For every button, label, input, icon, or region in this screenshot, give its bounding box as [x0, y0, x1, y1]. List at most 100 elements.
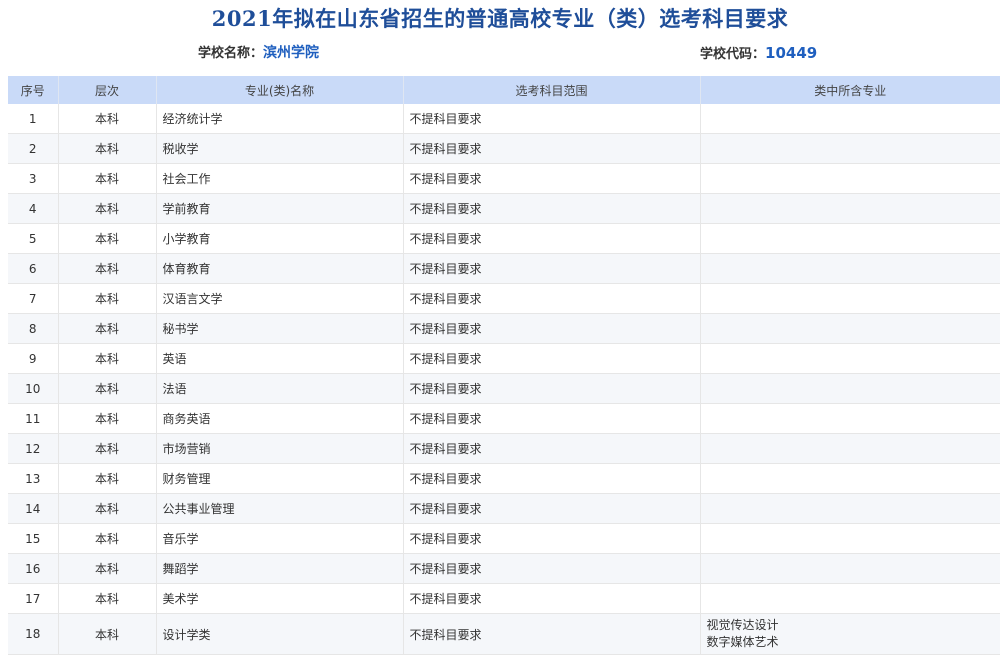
included-major: 数字媒体艺术 [706, 635, 779, 649]
cell-included [700, 163, 1000, 194]
cell-number: 4 [8, 193, 59, 224]
table-header: 序号 层次 专业(类)名称 选考科目范围 类中所含专业 [8, 76, 1000, 104]
school-code-row: 学校代码：10449 [700, 44, 817, 64]
table-row: 18 本科 设计学类 不提科目要求 视觉传达设计 数字媒体艺术 [8, 613, 1000, 655]
cell-included [700, 373, 1000, 404]
table-row: 13 本科 财务管理 不提科目要求 [8, 463, 1000, 494]
cell-subjects: 不提科目要求 [403, 373, 701, 404]
table-row: 8 本科 秘书学 不提科目要求 [8, 313, 1000, 344]
cell-major: 体育教育 [156, 253, 404, 284]
cell-major: 美术学 [156, 583, 404, 614]
cell-level: 本科 [58, 133, 157, 164]
cell-subjects: 不提科目要求 [403, 613, 701, 655]
table-row: 2 本科 税收学 不提科目要求 [8, 133, 1000, 164]
cell-subjects: 不提科目要求 [403, 133, 701, 164]
cell-number: 18 [8, 613, 59, 655]
cell-major: 社会工作 [156, 163, 404, 194]
cell-level: 本科 [58, 463, 157, 494]
cell-level: 本科 [58, 523, 157, 554]
cell-number: 8 [8, 313, 59, 344]
cell-included [700, 553, 1000, 584]
cell-major: 经济统计学 [156, 104, 404, 134]
cell-included [700, 223, 1000, 254]
cell-included [700, 463, 1000, 494]
table-header-row: 序号 层次 专业(类)名称 选考科目范围 类中所含专业 [8, 76, 1000, 104]
table-row: 14 本科 公共事业管理 不提科目要求 [8, 493, 1000, 524]
table-row: 4 本科 学前教育 不提科目要求 [8, 193, 1000, 224]
cell-number: 10 [8, 373, 59, 404]
table-row: 11 本科 商务英语 不提科目要求 [8, 403, 1000, 434]
cell-level: 本科 [58, 373, 157, 404]
school-code-value: 10449 [765, 44, 818, 62]
column-header-number[interactable]: 序号 [8, 76, 59, 104]
cell-subjects: 不提科目要求 [403, 313, 701, 344]
cell-subjects: 不提科目要求 [403, 343, 701, 374]
cell-included [700, 583, 1000, 614]
cell-included [700, 523, 1000, 554]
table-row: 9 本科 英语 不提科目要求 [8, 343, 1000, 374]
cell-level: 本科 [58, 313, 157, 344]
school-name-row: 学校名称：滨州学院 [198, 44, 319, 63]
cell-number: 9 [8, 343, 59, 374]
cell-major: 公共事业管理 [156, 493, 404, 524]
cell-level: 本科 [58, 493, 157, 524]
table-row: 10 本科 法语 不提科目要求 [8, 373, 1000, 404]
cell-level: 本科 [58, 223, 157, 254]
cell-included [700, 313, 1000, 344]
cell-number: 16 [8, 553, 59, 584]
cell-major: 设计学类 [156, 613, 404, 655]
cell-included [700, 283, 1000, 314]
cell-included: 视觉传达设计 数字媒体艺术 [700, 613, 1000, 655]
school-name-label: 学校名称： [198, 46, 264, 61]
cell-included [700, 133, 1000, 164]
cell-included [700, 403, 1000, 434]
cell-major: 舞蹈学 [156, 553, 404, 584]
cell-subjects: 不提科目要求 [403, 163, 701, 194]
cell-level: 本科 [58, 104, 157, 134]
cell-level: 本科 [58, 553, 157, 584]
cell-included [700, 343, 1000, 374]
cell-subjects: 不提科目要求 [403, 193, 701, 224]
cell-level: 本科 [58, 343, 157, 374]
table-body: 1 本科 经济统计学 不提科目要求 2 本科 税收学 不提科目要求 3 本科 社会工作 不提科目要求 4… [8, 104, 1000, 655]
cell-level: 本科 [58, 253, 157, 284]
requirements-table-wrap: 序号 层次 专业(类)名称 选考科目范围 类中所含专业 1 本科 经济统计学 不提科目… [8, 76, 1000, 655]
cell-subjects: 不提科目要求 [403, 104, 701, 134]
cell-level: 本科 [58, 193, 157, 224]
cell-major: 小学教育 [156, 223, 404, 254]
cell-level: 本科 [58, 583, 157, 614]
cell-major: 商务英语 [156, 403, 404, 434]
cell-major: 税收学 [156, 133, 404, 164]
column-header-included[interactable]: 类中所含专业 [700, 76, 1000, 104]
table-row: 6 本科 体育教育 不提科目要求 [8, 253, 1000, 284]
table-row: 1 本科 经济统计学 不提科目要求 [8, 104, 1000, 134]
cell-subjects: 不提科目要求 [403, 433, 701, 464]
cell-number: 14 [8, 493, 59, 524]
included-major: 视觉传达设计 [706, 618, 779, 632]
table-row: 5 本科 小学教育 不提科目要求 [8, 223, 1000, 254]
cell-included [700, 104, 1000, 134]
column-header-major[interactable]: 专业(类)名称 [156, 76, 404, 104]
cell-subjects: 不提科目要求 [403, 553, 701, 584]
cell-major: 学前教育 [156, 193, 404, 224]
column-header-subjects[interactable]: 选考科目范围 [403, 76, 701, 104]
cell-subjects: 不提科目要求 [403, 463, 701, 494]
cell-included [700, 433, 1000, 464]
school-code-label: 学校代码： [700, 47, 766, 62]
cell-number: 6 [8, 253, 59, 284]
cell-level: 本科 [58, 283, 157, 314]
cell-number: 2 [8, 133, 59, 164]
column-header-level[interactable]: 层次 [58, 76, 157, 104]
page: 2021年拟在山东省招生的普通高校专业（类）选考科目要求 学校名称：滨州学院 学… [0, 0, 1000, 660]
table-row: 7 本科 汉语言文学 不提科目要求 [8, 283, 1000, 314]
cell-level: 本科 [58, 433, 157, 464]
cell-number: 3 [8, 163, 59, 194]
cell-subjects: 不提科目要求 [403, 223, 701, 254]
cell-included [700, 493, 1000, 524]
table-row: 3 本科 社会工作 不提科目要求 [8, 163, 1000, 194]
cell-major: 市场营销 [156, 433, 404, 464]
table-row: 16 本科 舞蹈学 不提科目要求 [8, 553, 1000, 584]
table-row: 12 本科 市场营销 不提科目要求 [8, 433, 1000, 464]
cell-subjects: 不提科目要求 [403, 403, 701, 434]
cell-level: 本科 [58, 163, 157, 194]
